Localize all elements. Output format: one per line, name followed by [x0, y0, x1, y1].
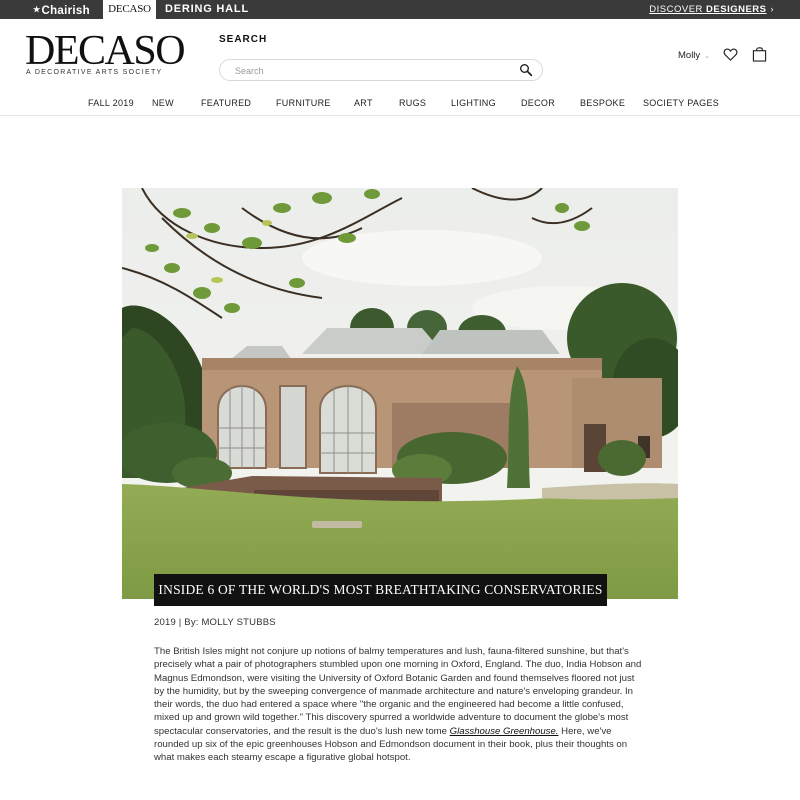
nav-item-featured[interactable]: FEATURED	[201, 98, 251, 108]
chairish-star-icon: ★	[33, 5, 41, 14]
bag-icon[interactable]	[752, 46, 767, 62]
nav-item-art[interactable]: ART	[354, 98, 373, 108]
book-title-link[interactable]: Glasshouse Greenhouse.	[450, 726, 559, 737]
main-nav: FALL 2019 NEW FEATURED FURNITURE ART RUG…	[0, 98, 800, 112]
conservatory-photo	[122, 188, 678, 599]
article-body-part1: The British Isles might not conjure up n…	[154, 646, 642, 737]
search-input[interactable]	[235, 64, 515, 77]
article-body: The British Isles might not conjure up n…	[154, 645, 646, 765]
chevron-down-icon: ⌄	[704, 53, 711, 60]
brand-link-dering-hall[interactable]: DERING HALL	[165, 0, 249, 19]
search-icon[interactable]	[519, 63, 533, 77]
nav-item-lighting[interactable]: LIGHTING	[451, 98, 496, 108]
nav-item-bespoke[interactable]: BESPOKE	[580, 98, 625, 108]
nav-item-furniture[interactable]: FURNITURE	[276, 98, 331, 108]
nav-item-decor[interactable]: DECOR	[521, 98, 555, 108]
brand-link-chairish[interactable]: ★Chairish	[33, 0, 90, 19]
brand-chairish-label: Chairish	[41, 5, 90, 17]
nav-item-society-pages[interactable]: SOCIETY PAGES	[643, 98, 719, 108]
discover-designers-link[interactable]: DISCOVER DESIGNERS ›	[649, 0, 774, 19]
site-logo[interactable]: DECASO	[25, 30, 186, 72]
chevron-right-icon: ›	[770, 4, 774, 14]
discover-prefix: DISCOVER	[649, 4, 703, 15]
article-headline: INSIDE 6 OF THE WORLD'S MOST BREATHTAKIN…	[154, 574, 607, 606]
logo-tagline: A DECORATIVE ARTS SOCIETY	[26, 69, 163, 76]
nav-item-fall-2019[interactable]: FALL 2019	[88, 98, 134, 108]
nav-item-new[interactable]: NEW	[152, 98, 174, 108]
search-label: SEARCH	[219, 34, 268, 45]
user-name-label: Molly	[678, 50, 701, 61]
heart-icon[interactable]	[723, 47, 738, 62]
article-byline: 2019 | By: MOLLY STUBBS	[154, 617, 276, 628]
nav-item-rugs[interactable]: RUGS	[399, 98, 426, 108]
account-menu[interactable]: Molly ⌄	[678, 50, 710, 61]
brand-link-decaso[interactable]: DECASO	[103, 0, 156, 19]
nav-divider	[0, 115, 800, 116]
brand-bar: ★Chairish DECASO DERING HALL DISCOVER DE…	[0, 0, 800, 19]
search-bar	[219, 59, 543, 81]
discover-designers-label: DESIGNERS	[706, 4, 767, 15]
hero-image	[122, 188, 678, 599]
